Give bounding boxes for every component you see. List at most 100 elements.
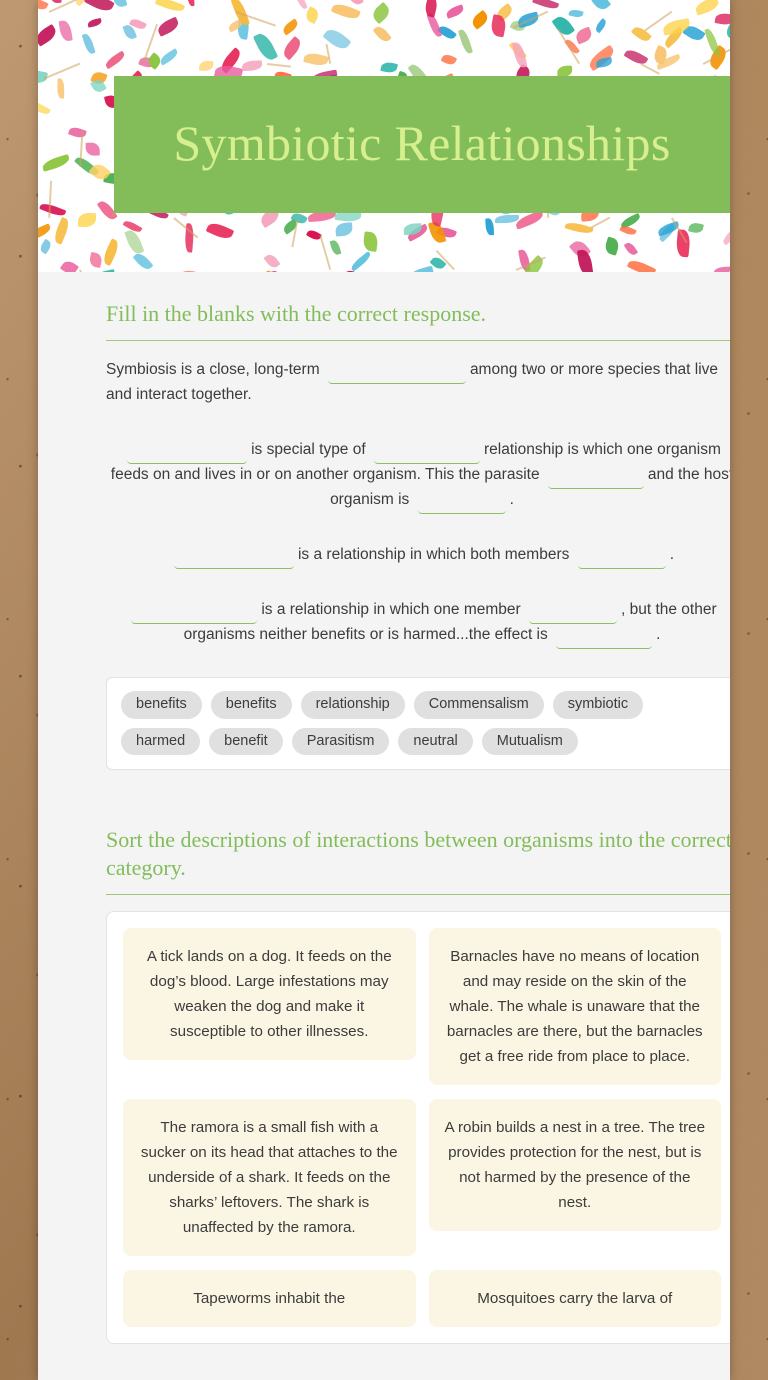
leaf-shape (303, 51, 330, 68)
sort-card[interactable]: Tapeworms inhabit the (123, 1270, 416, 1328)
word-bank-chip[interactable]: benefits (121, 691, 202, 719)
paragraph-text: is special type of (251, 441, 366, 459)
leaf-shape (83, 0, 115, 15)
sort-card[interactable]: Barnacles have no means of location and … (428, 928, 721, 1086)
leaf-shape (369, 1, 393, 25)
leaf-shape (591, 0, 612, 13)
leaf-shape (252, 31, 278, 64)
leaf-shape (532, 0, 560, 12)
sort-card[interactable]: A robin builds a nest in a tree. The tre… (428, 1099, 721, 1232)
leaf-shape (38, 0, 49, 13)
leaf-shape (185, 0, 196, 7)
sort-card[interactable]: Mosquitoes carry the larva of (428, 1270, 721, 1328)
paragraph-p1: Symbiosis is a close, long-term among tw… (106, 357, 730, 407)
leaf-shape (85, 142, 101, 156)
paragraph-p2: is special type of relationship is which… (106, 437, 730, 515)
leaf-shape (87, 17, 103, 28)
leaf-shape (280, 18, 301, 36)
leaf-shape (264, 252, 282, 271)
leaf-shape (38, 96, 51, 117)
leaf-shape (440, 52, 458, 67)
leaf-shape (81, 32, 96, 56)
leaf-shape (445, 4, 466, 19)
leaf-shape (52, 216, 72, 245)
paragraph-text: is a relationship in which one member (261, 601, 521, 619)
leaf-shape (206, 219, 235, 242)
blank-input-p2-6[interactable] (417, 492, 506, 515)
blank-input-p1-1[interactable] (327, 362, 466, 385)
leaf-shape (38, 24, 59, 47)
leaf-shape (485, 218, 495, 236)
leaf-shape (38, 238, 54, 255)
leaf-shape (624, 240, 639, 257)
word-bank-chip[interactable]: Commensalism (413, 691, 544, 719)
paragraph-text: . (656, 626, 661, 644)
leaf-shape (124, 228, 145, 256)
blank-input-p4-2[interactable] (528, 602, 617, 625)
leaf-shape (627, 257, 657, 272)
page-title: Symbiotic Relationships (173, 114, 671, 171)
sort-card[interactable]: The ramora is a small fish with a sucker… (123, 1099, 416, 1257)
leaf-shape (693, 0, 721, 16)
worksheet-sheet: Symbiotic Relationships Fill in the blan… (38, 0, 730, 1380)
leaf-shape (494, 214, 519, 224)
leaf-shape (329, 240, 342, 257)
word-bank-chip[interactable]: benefit (209, 727, 283, 756)
blank-input-p3-2[interactable] (577, 547, 666, 570)
leaf-shape (721, 220, 730, 246)
word-bank: benefits benefits relationship Commensalism… (106, 677, 730, 771)
leaf-shape (372, 23, 392, 45)
leaf-shape (155, 17, 182, 38)
paragraph-text: is a relationship in which both members (297, 546, 570, 564)
section-1-heading: Fill in the blanks with the correct resp… (106, 301, 487, 326)
leaf-shape (576, 249, 594, 272)
word-bank-chip[interactable]: symbiotic (552, 691, 644, 719)
sort-card[interactable]: A tick lands on a dog. It feeds on the d… (123, 928, 416, 1061)
leaf-shape (603, 236, 621, 257)
word-bank-chip[interactable]: harmed (121, 727, 201, 756)
paragraph-text: . (669, 546, 674, 564)
blank-input-p4-0[interactable] (131, 602, 258, 625)
leaf-shape (57, 19, 73, 43)
leaf-stem (267, 62, 292, 67)
paragraph-text: Symbiosis is a close, long-term (106, 361, 320, 379)
worksheet-content: Fill in the blanks with the correct resp… (76, 272, 730, 1345)
leaf-shape (349, 251, 373, 272)
section-2-divider (106, 894, 730, 896)
leaf-shape (56, 78, 65, 99)
leaf-shape (60, 259, 80, 272)
leaf-shape (568, 8, 584, 19)
word-bank-chip[interactable]: neutral (398, 727, 473, 756)
fill-in-blank-paragraphs: Symbiosis is a close, long-term among tw… (106, 357, 730, 650)
blank-input-p2-4[interactable] (547, 467, 644, 490)
leaf-shape (49, 0, 63, 4)
leaf-shape (290, 0, 308, 11)
leaf-stem (318, 234, 331, 270)
leaf-shape (380, 60, 399, 75)
word-bank-chip[interactable]: Mutualism (481, 727, 578, 756)
leaf-shape (68, 125, 87, 139)
paragraph-text: . (509, 491, 514, 509)
leaf-shape (675, 229, 691, 258)
leaf-shape (703, 27, 720, 57)
sort-card-grid: A tick lands on a dog. It feeds on the d… (123, 928, 721, 1328)
blank-input-p3-0[interactable] (173, 547, 294, 570)
word-bank-chip[interactable]: benefits (210, 691, 292, 719)
paragraph-p4: is a relationship in which one member , … (106, 597, 730, 650)
leaf-shape (132, 250, 154, 272)
sort-panel: A tick lands on a dog. It feeds on the d… (106, 911, 730, 1345)
blank-input-p4-4[interactable] (556, 627, 653, 650)
word-bank-chip[interactable]: Parasitism (291, 727, 390, 756)
blank-input-p2-0[interactable] (127, 442, 248, 465)
word-bank-chip[interactable]: relationship (300, 691, 405, 719)
leaf-shape (564, 220, 594, 237)
leaf-shape (423, 0, 439, 18)
blank-input-p2-2[interactable] (373, 442, 480, 465)
leaf-shape (457, 28, 473, 55)
leaf-shape (155, 0, 186, 15)
leaf-shape (198, 61, 214, 72)
leaf-shape (241, 60, 263, 72)
leaf-shape (552, 13, 576, 39)
leaf-shape (41, 153, 71, 172)
